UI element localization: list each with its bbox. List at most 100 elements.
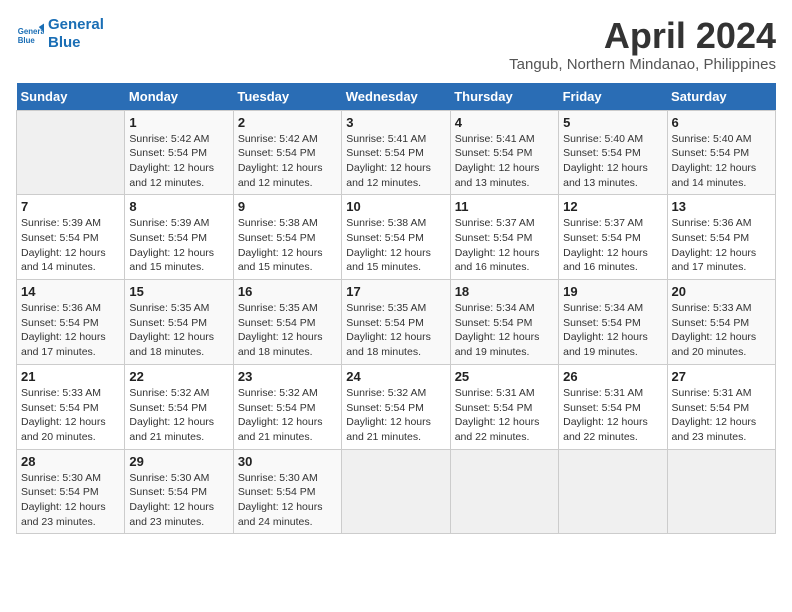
header: General Blue General Blue April 2024 Tan… [16,16,776,73]
day-number: 4 [455,115,554,130]
svg-text:Blue: Blue [18,36,36,45]
day-detail: Sunrise: 5:34 AM Sunset: 5:54 PM Dayligh… [455,301,554,360]
calendar-cell: 4 Sunrise: 5:41 AM Sunset: 5:54 PM Daylig… [450,110,558,195]
day-detail: Sunrise: 5:30 AM Sunset: 5:54 PM Dayligh… [21,471,120,530]
day-number: 27 [672,369,771,384]
day-detail: Sunrise: 5:35 AM Sunset: 5:54 PM Dayligh… [129,301,228,360]
week-row-2: 7 Sunrise: 5:39 AM Sunset: 5:54 PM Daylig… [17,195,776,280]
calendar-cell: 24Sunrise: 5:32 AM Sunset: 5:54 PM Dayli… [342,364,450,449]
day-number: 16 [238,284,337,299]
day-detail: Sunrise: 5:36 AM Sunset: 5:54 PM Dayligh… [21,301,120,360]
calendar-cell [342,449,450,534]
day-number: 25 [455,369,554,384]
day-detail: Sunrise: 5:31 AM Sunset: 5:54 PM Dayligh… [455,386,554,445]
day-number: 20 [672,284,771,299]
day-detail: Sunrise: 5:33 AM Sunset: 5:54 PM Dayligh… [21,386,120,445]
logo-text: General Blue [48,16,104,52]
day-detail: Sunrise: 5:41 AM Sunset: 5:54 PM Dayligh… [346,132,445,191]
day-detail: Sunrise: 5:37 AM Sunset: 5:54 PM Dayligh… [563,216,662,275]
day-number: 17 [346,284,445,299]
day-detail: Sunrise: 5:41 AM Sunset: 5:54 PM Dayligh… [455,132,554,191]
day-number: 10 [346,199,445,214]
day-number: 2 [238,115,337,130]
day-number: 8 [129,199,228,214]
day-detail: Sunrise: 5:30 AM Sunset: 5:54 PM Dayligh… [129,471,228,530]
day-header-friday: Friday [559,83,667,111]
calendar-cell: 15 Sunrise: 5:35 AM Sunset: 5:54 PM Dayli… [125,280,233,365]
day-header-monday: Monday [125,83,233,111]
day-detail: Sunrise: 5:32 AM Sunset: 5:54 PM Dayligh… [129,386,228,445]
day-number: 23 [238,369,337,384]
calendar-cell: 22 Sunrise: 5:32 AM Sunset: 5:54 PM Dayli… [125,364,233,449]
day-header-tuesday: Tuesday [233,83,341,111]
day-number: 6 [672,115,771,130]
calendar-cell: 17 Sunrise: 5:35 AM Sunset: 5:54 PM Dayli… [342,280,450,365]
calendar-cell: 20 Sunrise: 5:33 AM Sunset: 5:54 PM Dayli… [667,280,775,365]
calendar-cell: 19Sunrise: 5:34 AM Sunset: 5:54 PM Dayli… [559,280,667,365]
calendar-cell: 16 Sunrise: 5:35 AM Sunset: 5:54 PM Dayli… [233,280,341,365]
title-block: April 2024 Tangub, Northern Mindanao, Ph… [509,16,776,73]
calendar-cell: 14Sunrise: 5:36 AM Sunset: 5:54 PM Dayli… [17,280,125,365]
calendar-cell: 13 Sunrise: 5:36 AM Sunset: 5:54 PM Dayli… [667,195,775,280]
calendar-cell: 3 Sunrise: 5:41 AM Sunset: 5:54 PM Daylig… [342,110,450,195]
calendar-cell: 26 Sunrise: 5:31 AM Sunset: 5:54 PM Dayli… [559,364,667,449]
day-detail: Sunrise: 5:40 AM Sunset: 5:54 PM Dayligh… [672,132,771,191]
day-number: 30 [238,454,337,469]
calendar-cell: 2 Sunrise: 5:42 AM Sunset: 5:54 PM Daylig… [233,110,341,195]
calendar-cell: 21Sunrise: 5:33 AM Sunset: 5:54 PM Dayli… [17,364,125,449]
days-header-row: SundayMondayTuesdayWednesdayThursdayFrid… [17,83,776,111]
calendar-cell [450,449,558,534]
calendar-cell: 8Sunrise: 5:39 AM Sunset: 5:54 PM Daylig… [125,195,233,280]
week-row-4: 21Sunrise: 5:33 AM Sunset: 5:54 PM Dayli… [17,364,776,449]
day-number: 26 [563,369,662,384]
calendar-title: April 2024 [509,16,776,56]
calendar-cell: 30 Sunrise: 5:30 AM Sunset: 5:54 PM Dayli… [233,449,341,534]
day-detail: Sunrise: 5:33 AM Sunset: 5:54 PM Dayligh… [672,301,771,360]
day-number: 11 [455,199,554,214]
day-detail: Sunrise: 5:31 AM Sunset: 5:54 PM Dayligh… [563,386,662,445]
day-number: 1 [129,115,228,130]
day-number: 9 [238,199,337,214]
calendar-cell: 25 Sunrise: 5:31 AM Sunset: 5:54 PM Dayli… [450,364,558,449]
day-detail: Sunrise: 5:35 AM Sunset: 5:54 PM Dayligh… [238,301,337,360]
week-row-3: 14Sunrise: 5:36 AM Sunset: 5:54 PM Dayli… [17,280,776,365]
calendar-cell: 18 Sunrise: 5:34 AM Sunset: 5:54 PM Dayli… [450,280,558,365]
day-detail: Sunrise: 5:32 AM Sunset: 5:54 PM Dayligh… [238,386,337,445]
calendar-subtitle: Tangub, Northern Mindanao, Philippines [509,56,776,73]
calendar-cell: 23 Sunrise: 5:32 AM Sunset: 5:54 PM Dayli… [233,364,341,449]
week-row-1: 1 Sunrise: 5:42 AM Sunset: 5:54 PM Daylig… [17,110,776,195]
day-number: 5 [563,115,662,130]
calendar-cell: 12 Sunrise: 5:37 AM Sunset: 5:54 PM Dayli… [559,195,667,280]
day-number: 15 [129,284,228,299]
day-number: 22 [129,369,228,384]
calendar-table: SundayMondayTuesdayWednesdayThursdayFrid… [16,83,776,535]
calendar-cell: 9Sunrise: 5:38 AM Sunset: 5:54 PM Daylig… [233,195,341,280]
day-header-saturday: Saturday [667,83,775,111]
calendar-cell: 28 Sunrise: 5:30 AM Sunset: 5:54 PM Dayli… [17,449,125,534]
calendar-cell [559,449,667,534]
day-header-wednesday: Wednesday [342,83,450,111]
logo: General Blue General Blue [16,16,104,52]
day-number: 3 [346,115,445,130]
calendar-cell: 5Sunrise: 5:40 AM Sunset: 5:54 PM Daylig… [559,110,667,195]
day-detail: Sunrise: 5:36 AM Sunset: 5:54 PM Dayligh… [672,216,771,275]
day-number: 29 [129,454,228,469]
day-header-sunday: Sunday [17,83,125,111]
day-number: 12 [563,199,662,214]
calendar-cell: 11 Sunrise: 5:37 AM Sunset: 5:54 PM Dayli… [450,195,558,280]
day-detail: Sunrise: 5:31 AM Sunset: 5:54 PM Dayligh… [672,386,771,445]
day-number: 13 [672,199,771,214]
day-number: 7 [21,199,120,214]
day-detail: Sunrise: 5:35 AM Sunset: 5:54 PM Dayligh… [346,301,445,360]
day-detail: Sunrise: 5:37 AM Sunset: 5:54 PM Dayligh… [455,216,554,275]
calendar-cell [17,110,125,195]
logo-icon: General Blue [16,20,44,48]
day-number: 28 [21,454,120,469]
calendar-cell: 27 Sunrise: 5:31 AM Sunset: 5:54 PM Dayli… [667,364,775,449]
day-number: 18 [455,284,554,299]
day-detail: Sunrise: 5:39 AM Sunset: 5:54 PM Dayligh… [21,216,120,275]
day-detail: Sunrise: 5:42 AM Sunset: 5:54 PM Dayligh… [238,132,337,191]
day-number: 24 [346,369,445,384]
calendar-cell [667,449,775,534]
day-detail: Sunrise: 5:30 AM Sunset: 5:54 PM Dayligh… [238,471,337,530]
